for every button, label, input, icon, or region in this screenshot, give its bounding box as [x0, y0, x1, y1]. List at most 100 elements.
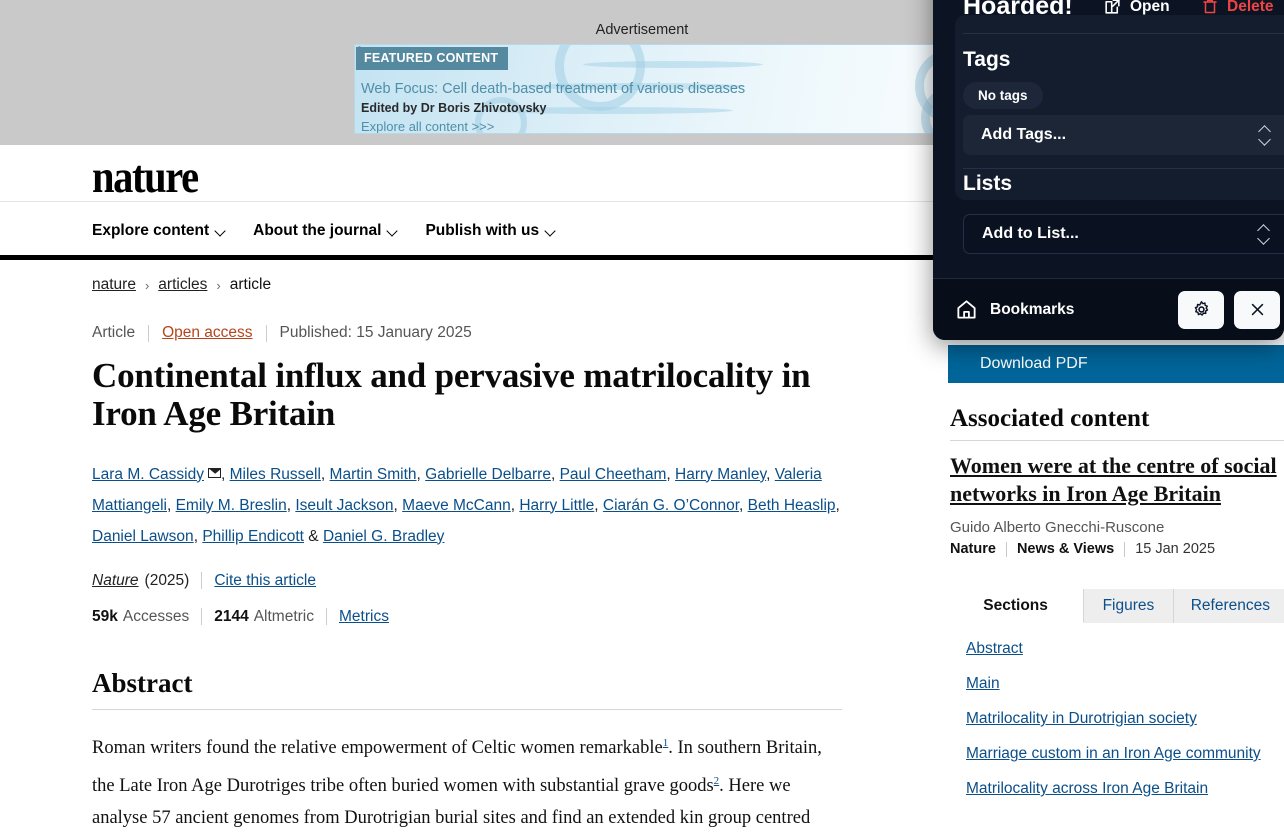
author-link[interactable]: Harry Manley: [675, 466, 766, 483]
page-root: Advertisement 0 FEATURED CONTENT Web Foc…: [0, 0, 1284, 834]
toc-item-main[interactable]: Main: [966, 675, 1284, 693]
author-link[interactable]: Emily M. Breslin: [176, 497, 287, 514]
author-sep: ,: [550, 465, 560, 483]
author-link[interactable]: Daniel Lawson: [92, 528, 194, 545]
extension-title: Hoarded!: [963, 0, 1073, 20]
ad-featured-badge: FEATURED CONTENT: [356, 47, 509, 70]
download-pdf-button[interactable]: Download PDF: [948, 345, 1284, 383]
author-link[interactable]: Maeve McCann: [402, 497, 511, 514]
author-link[interactable]: Iseult Jackson: [295, 497, 393, 514]
add-tags-select[interactable]: Add Tags...: [963, 115, 1284, 155]
breadcrumb-item-articles[interactable]: articles: [158, 276, 207, 294]
associated-type: News & Views: [1016, 541, 1115, 557]
download-pdf-label: Download PDF: [980, 355, 1088, 372]
toc-item-matrilocality-britain[interactable]: Matrilocality across Iron Age Britain: [966, 780, 1284, 798]
published-date: Published: 15 January 2025: [279, 324, 472, 341]
envelope-icon[interactable]: [207, 467, 221, 478]
altmetric-count: 2144: [214, 607, 249, 625]
meta-divider: [265, 324, 267, 342]
close-icon: [1251, 303, 1263, 316]
open-label: Open: [1130, 0, 1170, 15]
extension-divider: [963, 33, 1284, 34]
author-link[interactable]: Ciarán G. O’Connor: [603, 497, 739, 514]
author-sep: ,: [666, 465, 676, 483]
meta-divider: [148, 324, 150, 342]
settings-button[interactable]: [1178, 290, 1224, 329]
gear-icon: [1194, 301, 1208, 316]
journal-name[interactable]: Nature: [92, 572, 139, 590]
author-link[interactable]: Phillip Endicott: [202, 528, 304, 545]
bookmarks-label: Bookmarks: [990, 300, 1075, 318]
article-body: nature › articles › article Article Open…: [92, 276, 862, 834]
toc-item-abstract[interactable]: Abstract: [966, 640, 1284, 658]
nav-item-explore-content[interactable]: Explore content: [92, 222, 225, 240]
associated-date: 15 Jan 2025: [1135, 541, 1216, 557]
breadcrumb-separator-icon: ›: [216, 277, 221, 293]
add-to-list-label: Add to List...: [982, 225, 1079, 242]
author-sep: ,: [320, 465, 330, 483]
accesses-count: 59k: [92, 607, 118, 625]
no-tags-chip: No tags: [963, 82, 1043, 109]
delete-button[interactable]: Delete: [1201, 0, 1274, 16]
author-sep: ,: [393, 496, 403, 514]
meta-divider: [326, 608, 327, 626]
breadcrumb-item-nature[interactable]: nature: [92, 276, 136, 294]
author-link[interactable]: Daniel G. Bradley: [323, 528, 444, 545]
author-sep: ,: [220, 465, 230, 483]
add-to-list-select[interactable]: Add to List...: [963, 214, 1284, 254]
breadcrumb-separator-icon: ›: [144, 277, 150, 293]
sidebar-tabs: Sections Figures References: [948, 589, 1284, 623]
open-access-link[interactable]: Open access: [162, 324, 252, 342]
toc-item-matrilocality-durotrigian[interactable]: Matrilocality in Durotrigian society: [966, 710, 1284, 728]
ad-cta-link[interactable]: Explore all content >>>: [361, 119, 494, 133]
add-tags-label: Add Tags...: [981, 126, 1067, 143]
cite-article-link[interactable]: Cite this article: [214, 572, 316, 590]
close-button[interactable]: [1234, 290, 1280, 329]
tab-label: Sections: [983, 596, 1048, 614]
lists-heading: Lists: [963, 172, 1013, 195]
associated-journal: Nature: [950, 541, 996, 557]
tab-sections[interactable]: Sections: [948, 589, 1085, 623]
author-link[interactable]: Miles Russell: [230, 466, 321, 483]
tab-figures[interactable]: Figures: [1084, 589, 1174, 623]
chevron-up-down-icon: [1258, 224, 1270, 244]
article-meta-row: Article Open access Published: 15 Januar…: [92, 324, 862, 342]
nav-item-publish-with-us[interactable]: Publish with us: [425, 222, 555, 240]
associated-content-author: Guido Alberto Gnecchi-Ruscone: [950, 519, 1165, 536]
ad-headline[interactable]: Web Focus: Cell death-based treatment of…: [361, 81, 745, 97]
author-link[interactable]: Gabrielle Delbarre: [425, 466, 551, 483]
nature-logo[interactable]: nature: [92, 153, 199, 201]
tags-heading: Tags: [963, 48, 1011, 71]
author-link[interactable]: Lara M. Cassidy: [92, 466, 204, 483]
chevron-down-icon: [546, 227, 555, 236]
breadcrumb-item-article: article: [229, 276, 272, 293]
ad-editor: Edited by Dr Boris Zhivotovsky: [361, 101, 547, 115]
tab-references[interactable]: References: [1173, 589, 1284, 623]
bookmarks-home-button[interactable]: Bookmarks: [955, 298, 1074, 321]
open-button[interactable]: Open: [1103, 0, 1170, 16]
hoarder-extension-panel: Hoarded! Open Delete Tags No tags Add Ta…: [933, 0, 1284, 340]
author-link[interactable]: Paul Cheetham: [560, 466, 667, 483]
breadcrumb: nature › articles › article: [92, 276, 862, 294]
author-link[interactable]: Beth Heaslip: [748, 497, 836, 514]
nav-item-about-the-journal[interactable]: About the journal: [253, 222, 397, 240]
author-sep: &: [303, 527, 323, 545]
toc-item-marriage-custom[interactable]: Marriage custom in an Iron Age community: [966, 745, 1284, 763]
metrics-link[interactable]: Metrics: [339, 608, 389, 626]
abstract-text: Roman writers found the relative empower…: [92, 726, 847, 834]
sections-toc: Abstract Main Matrilocality in Durotrigi…: [966, 640, 1284, 815]
decorative-swirl-icon: [555, 45, 645, 111]
trash-icon: [1203, 0, 1217, 14]
meta-divider: [201, 608, 203, 626]
author-sep: ,: [594, 496, 603, 514]
associated-content-title-link[interactable]: Women were at the centre of social netwo…: [950, 452, 1280, 508]
tab-label: References: [1190, 597, 1270, 614]
author-link[interactable]: Martin Smith: [330, 466, 417, 483]
abstract-segment: Roman writers found the relative empower…: [92, 737, 663, 758]
nav-item-label: About the journal: [253, 222, 382, 239]
author-link[interactable]: Harry Little: [519, 497, 594, 514]
nav-item-label: Explore content: [92, 222, 210, 239]
accesses-label: Accesses: [122, 607, 190, 625]
abstract-heading: Abstract: [92, 667, 193, 698]
tab-label: Figures: [1102, 597, 1155, 614]
